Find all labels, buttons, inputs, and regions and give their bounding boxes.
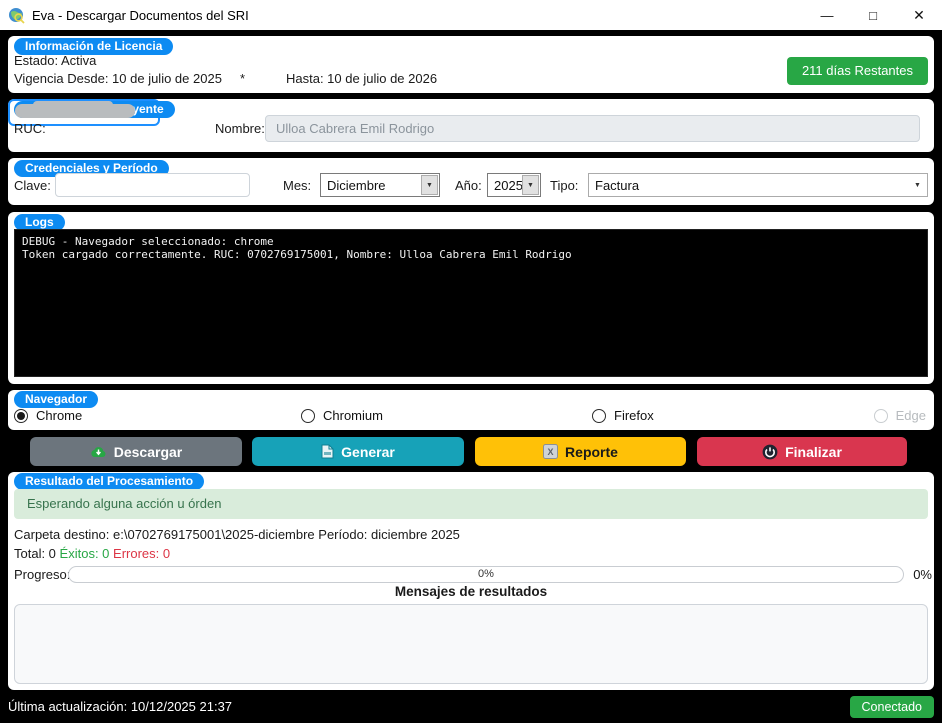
finalizar-label: Finalizar (785, 444, 842, 460)
resultado-section-label: Resultado del Procesamiento (14, 473, 204, 490)
excel-report-icon: X (543, 444, 558, 459)
power-icon (762, 444, 778, 460)
chevron-down-icon: ▼ (421, 175, 438, 195)
carpeta-destino: Carpeta destino: e:\0702769175001\2025-d… (14, 527, 460, 542)
mensajes-title: Mensajes de resultados (8, 584, 934, 599)
cloud-download-icon (90, 445, 107, 458)
license-separator: * (240, 71, 245, 86)
exitos-count: Éxitos: 0 (60, 546, 110, 561)
tipo-label: Tipo: (550, 178, 578, 193)
radio-firefox-label: Firefox (614, 408, 654, 423)
total-count: Total: 0 (14, 546, 56, 561)
contribuyente-section: Datos del Contribuyente RUC: Nombre: Ull… (8, 99, 934, 152)
anio-label: Año: (455, 178, 482, 193)
mensajes-box[interactable] (14, 604, 928, 684)
generar-button[interactable]: Generar (252, 437, 464, 466)
radio-edge: Edge (874, 408, 926, 423)
radio-chrome-label: Chrome (36, 408, 82, 423)
progress-bar: 0% (68, 566, 904, 583)
chevron-down-icon: ▼ (522, 175, 539, 195)
ruc-label: RUC: (14, 121, 46, 136)
errores-count: Errores: 0 (113, 546, 170, 561)
log-line: DEBUG - Navegador seleccionado: chrome (22, 235, 274, 248)
close-button[interactable]: ✕ (896, 0, 942, 30)
reporte-label: Reporte (565, 444, 618, 460)
radio-unselected-icon (592, 409, 606, 423)
pdf-document-icon (321, 444, 334, 459)
minimize-button[interactable]: — (804, 0, 850, 30)
svg-text:X: X (548, 447, 554, 457)
anio-select[interactable]: 2025 ▼ (487, 173, 541, 197)
progreso-label: Progreso: (14, 567, 70, 582)
status-bar: Última actualización: 10/12/2025 21:37 C… (0, 690, 942, 723)
clave-label: Clave: (14, 178, 51, 193)
nombre-label: Nombre: (215, 121, 265, 136)
navegador-section-label: Navegador (14, 391, 98, 408)
radio-chromium[interactable]: Chromium (301, 408, 383, 423)
radio-unselected-icon (301, 409, 315, 423)
navegador-section: Navegador Chrome Chromium Firefox Edge (8, 390, 934, 430)
tipo-select[interactable]: Factura ▼ (588, 173, 928, 197)
nombre-field: Ulloa Cabrera Emil Rodrigo (265, 115, 920, 142)
reporte-button[interactable]: X Reporte (475, 437, 686, 466)
radio-selected-icon (14, 409, 28, 423)
resultado-section: Resultado del Procesamiento Esperando al… (8, 472, 934, 690)
days-remaining-badge: 211 días Restantes (787, 57, 928, 85)
mes-label: Mes: (283, 178, 311, 193)
progress-percent: 0% (913, 567, 932, 582)
status-message: Esperando alguna acción u órden (14, 489, 928, 519)
radio-chrome[interactable]: Chrome (14, 408, 82, 423)
mes-select[interactable]: Diciembre ▼ (320, 173, 440, 197)
generar-label: Generar (341, 444, 395, 460)
app-window: Eva - Descargar Documentos del SRI — □ ✕… (0, 0, 942, 723)
logs-section: Logs DEBUG - Navegador seleccionado: chr… (8, 212, 934, 384)
descargar-button[interactable]: Descargar (30, 437, 242, 466)
finalizar-button[interactable]: Finalizar (697, 437, 907, 466)
tipo-value: Factura (589, 178, 909, 193)
descargar-label: Descargar (114, 444, 183, 460)
license-hasta: Hasta: 10 de julio de 2026 (286, 71, 437, 86)
mes-value: Diciembre (321, 178, 421, 193)
credenciales-section: Credenciales y Período Clave: Mes: Dicie… (8, 158, 934, 205)
maximize-button[interactable]: □ (850, 0, 896, 30)
license-section: Información de Licencia Estado: Activa V… (8, 36, 934, 93)
radio-firefox[interactable]: Firefox (592, 408, 654, 423)
conectado-badge[interactable]: Conectado (850, 696, 934, 718)
log-line: Token cargado correctamente. RUC: 070276… (22, 248, 572, 261)
last-update: Última actualización: 10/12/2025 21:37 (8, 699, 232, 714)
title-bar: Eva - Descargar Documentos del SRI — □ ✕ (0, 0, 942, 30)
radio-edge-label: Edge (896, 408, 926, 423)
radio-chromium-label: Chromium (323, 408, 383, 423)
license-estado: Estado: Activa (14, 53, 96, 68)
chevron-down-icon: ▼ (909, 175, 926, 195)
license-vigencia-desde: Vigencia Desde: 10 de julio de 2025 (14, 71, 222, 86)
window-title: Eva - Descargar Documentos del SRI (32, 8, 804, 23)
clave-input[interactable] (55, 173, 250, 197)
ruc-redaction (15, 104, 135, 118)
radio-disabled-icon (874, 409, 888, 423)
app-icon (8, 7, 25, 24)
anio-value: 2025 (488, 178, 522, 193)
log-console[interactable]: DEBUG - Navegador seleccionado: chrome T… (14, 229, 928, 377)
totals-row: Total: 0 Éxitos: 0 Errores: 0 (14, 546, 170, 561)
